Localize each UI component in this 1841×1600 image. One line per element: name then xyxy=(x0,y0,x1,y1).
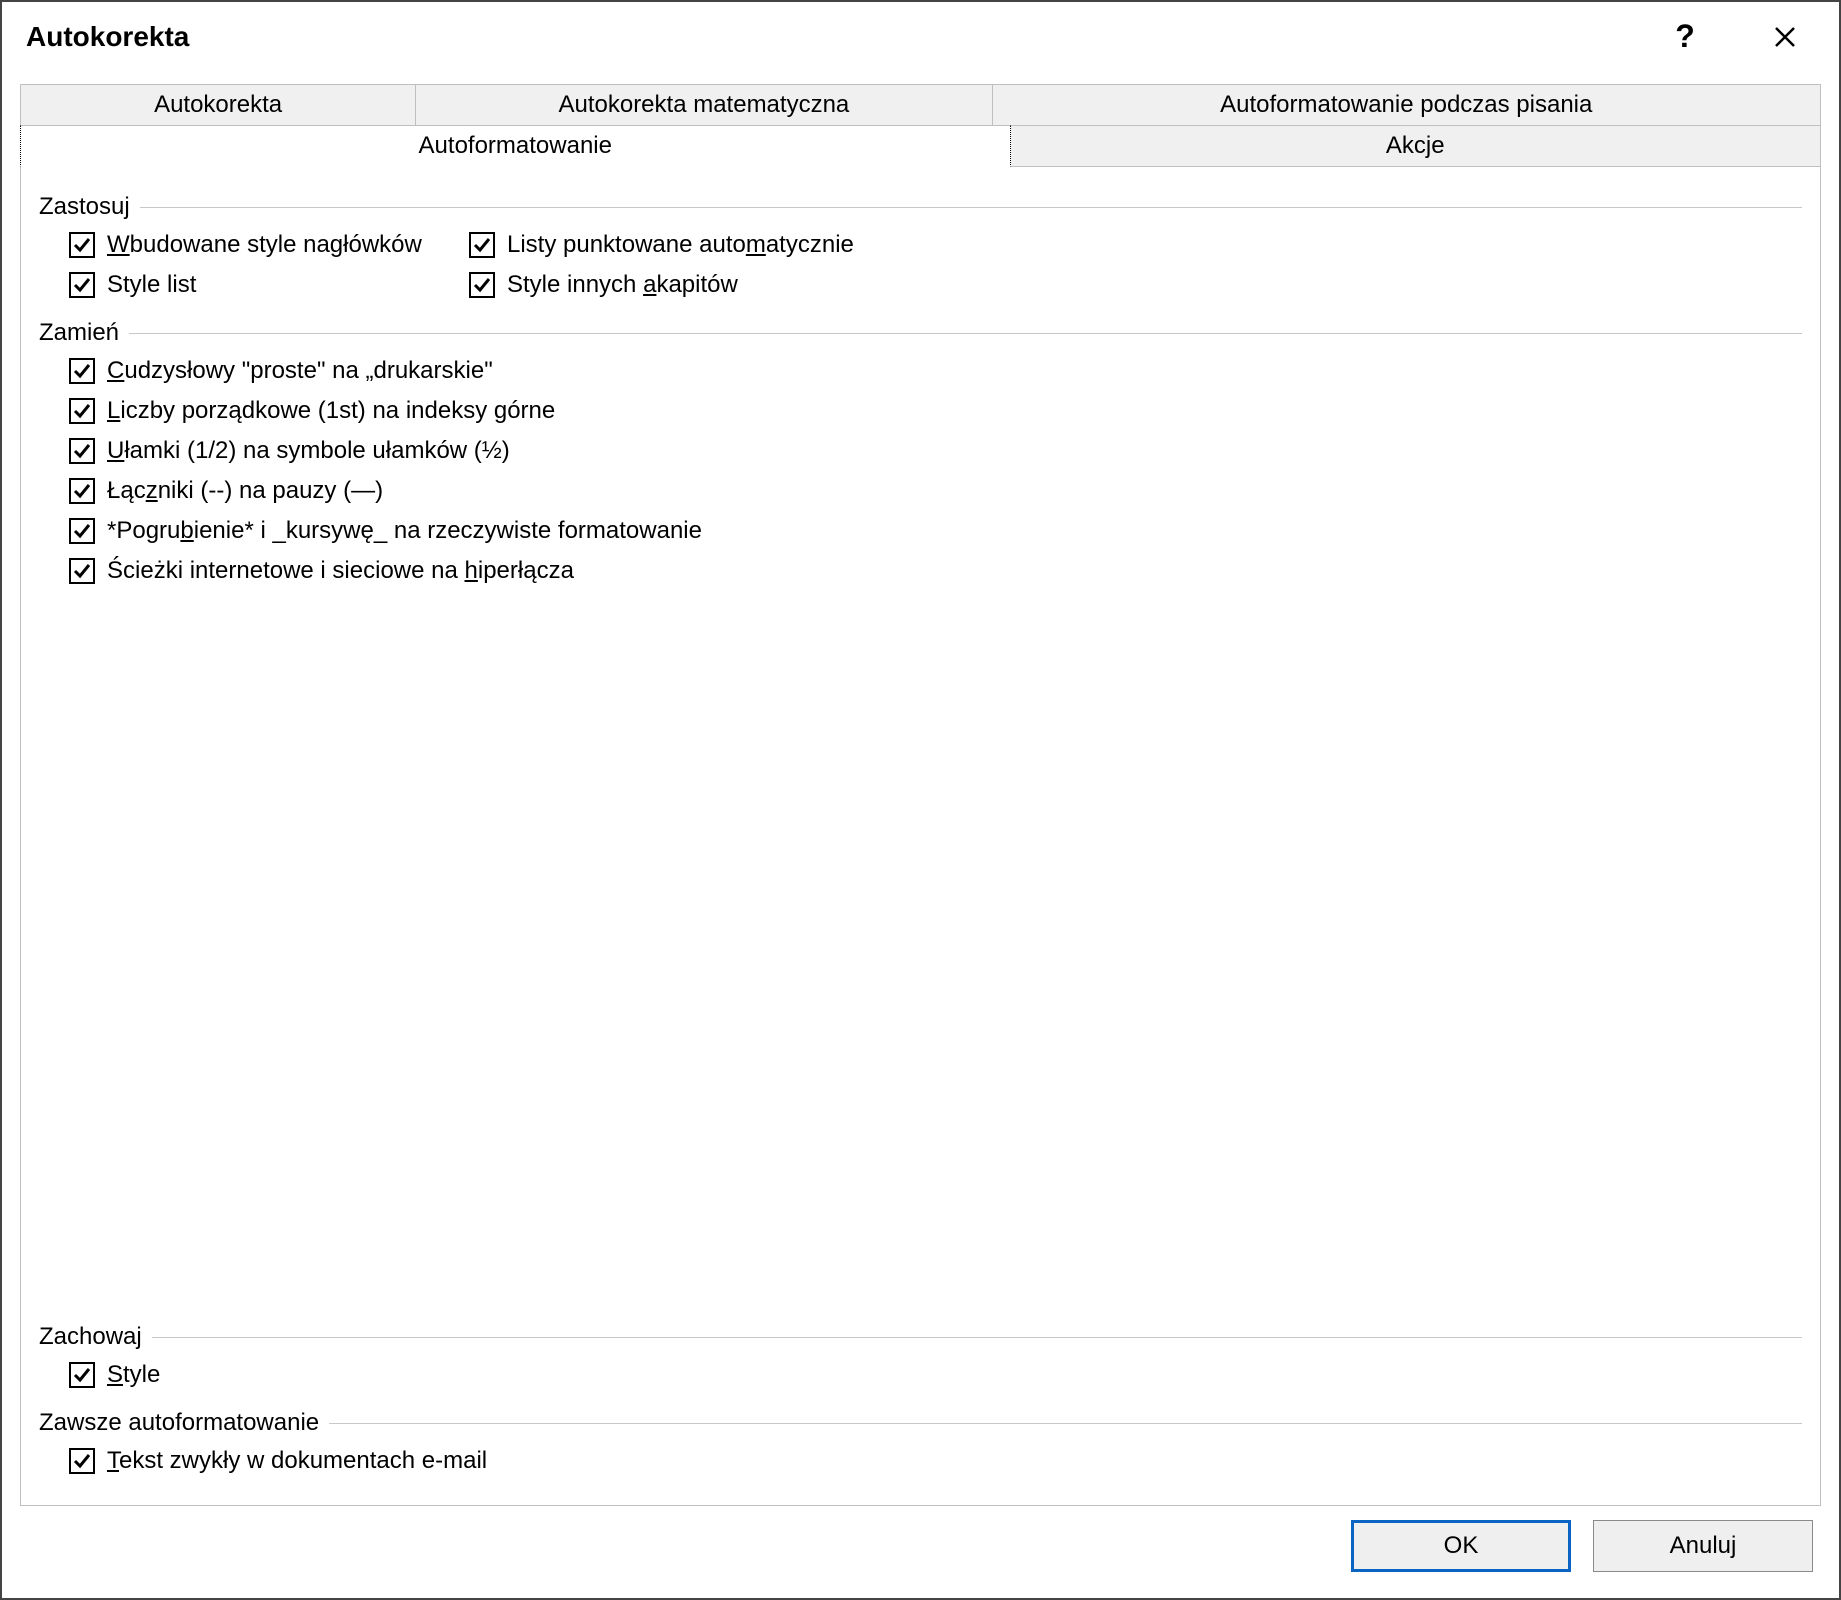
checkbox-icon xyxy=(69,232,95,258)
checkbox-item[interactable]: Cudzysłowy "proste" na „drukarskie" xyxy=(69,357,1802,385)
checkbox-grid: Wbudowane style nagłówków Listy punktowan… xyxy=(39,231,1802,299)
group-title: Zamień xyxy=(39,319,129,347)
checkbox-item[interactable]: Liczby porządkowe (1st) na indeksy górne xyxy=(69,397,1802,425)
tab-akcje[interactable]: Akcje xyxy=(1011,125,1821,167)
titlebar: Autokorekta ? xyxy=(2,2,1839,72)
dialog-buttons: OK Anuluj xyxy=(20,1506,1821,1586)
checkbox-icon xyxy=(469,232,495,258)
tab-label: Autokorekta xyxy=(154,91,282,118)
tab-autokorekta[interactable]: Autokorekta xyxy=(20,84,416,125)
group-header: Zamień xyxy=(39,319,1802,347)
checkbox-icon xyxy=(69,272,95,298)
group-rule xyxy=(329,1423,1802,1424)
checkbox-icon xyxy=(69,1448,95,1474)
close-icon[interactable] xyxy=(1755,7,1815,67)
checkbox-label: Cudzysłowy "proste" na „drukarskie" xyxy=(107,357,493,385)
checkbox-label: Ścieżki internetowe i sieciowe na hiperł… xyxy=(107,557,574,585)
group-rule xyxy=(152,1337,1802,1338)
group-zastosuj: Zastosuj Wbudowane style nagłówków Listy … xyxy=(39,185,1802,299)
group-zawsze-autoformatowanie: Zawsze autoformatowanie Tekst zwykły w d… xyxy=(39,1401,1802,1475)
checkbox-item[interactable]: *Pogrubienie* i _kursywę_ na rzeczywiste… xyxy=(69,517,1802,545)
checkbox-label: *Pogrubienie* i _kursywę_ na rzeczywiste… xyxy=(107,517,702,545)
checkbox-label: Tekst zwykły w dokumentach e-mail xyxy=(107,1447,487,1475)
tab-label: Autoformatowanie xyxy=(419,132,612,159)
group-title: Zachowaj xyxy=(39,1323,152,1351)
tab-label: Autoformatowanie podczas pisania xyxy=(1220,91,1592,118)
checkbox-item[interactable]: Style innych akapitów xyxy=(469,271,1802,299)
checkbox-label: Listy punktowane automatycznie xyxy=(507,231,854,259)
tab-label: Autokorekta matematyczna xyxy=(558,91,849,118)
help-icon[interactable]: ? xyxy=(1655,7,1715,67)
dialog-title: Autokorekta xyxy=(26,21,189,53)
group-rule xyxy=(129,333,1802,334)
tab-panel-autoformatowanie: Zastosuj Wbudowane style nagłówków Listy … xyxy=(20,167,1821,1506)
ok-button[interactable]: OK xyxy=(1351,1520,1571,1572)
group-zachowaj: Zachowaj Style xyxy=(39,1315,1802,1389)
checkbox-item[interactable]: Tekst zwykły w dokumentach e-mail xyxy=(69,1447,1802,1475)
checkbox-item[interactable]: Style list xyxy=(69,271,439,299)
checkbox-label: Style innych akapitów xyxy=(507,271,738,299)
checkbox-label: Style xyxy=(107,1361,160,1389)
button-label: Anuluj xyxy=(1670,1532,1737,1560)
group-header: Zastosuj xyxy=(39,193,1802,221)
button-label: OK xyxy=(1444,1532,1479,1560)
group-zamien: Zamień Cudzysłowy "proste" na „drukarski… xyxy=(39,311,1802,585)
checkbox-label: Style list xyxy=(107,271,196,299)
group-header: Zawsze autoformatowanie xyxy=(39,1409,1802,1437)
checkbox-label: Ułamki (1/2) na symbole ułamków (½) xyxy=(107,437,510,465)
tab-autoformatowanie[interactable]: Autoformatowanie xyxy=(20,125,1011,167)
checkbox-item[interactable]: Łączniki (--) na pauzy (—) xyxy=(69,477,1802,505)
dialog-window: Autokorekta ? Autokorekta Autokorekta ma… xyxy=(0,0,1841,1600)
checkbox-list: Style xyxy=(39,1361,1802,1389)
group-title: Zastosuj xyxy=(39,193,140,221)
checkbox-icon xyxy=(69,438,95,464)
group-title: Zawsze autoformatowanie xyxy=(39,1409,329,1437)
checkbox-list: Tekst zwykły w dokumentach e-mail xyxy=(39,1447,1802,1475)
checkbox-icon xyxy=(69,358,95,384)
checkbox-item[interactable]: Style xyxy=(69,1361,1802,1389)
group-rule xyxy=(140,207,1802,208)
checkbox-icon xyxy=(69,398,95,424)
dialog-body: Autokorekta Autokorekta matematyczna Aut… xyxy=(2,72,1839,1598)
checkbox-label: Wbudowane style nagłówków xyxy=(107,231,422,259)
checkbox-list: Cudzysłowy "proste" na „drukarskie" Liczb… xyxy=(39,357,1802,585)
checkbox-item[interactable]: Wbudowane style nagłówków xyxy=(69,231,439,259)
checkbox-item[interactable]: Ścieżki internetowe i sieciowe na hiperł… xyxy=(69,557,1802,585)
checkbox-item[interactable]: Listy punktowane automatycznie xyxy=(469,231,1802,259)
checkbox-icon xyxy=(69,1362,95,1388)
tab-autokorekta-matematyczna[interactable]: Autokorekta matematyczna xyxy=(416,84,992,125)
tab-row-bottom: Autoformatowanie Akcje xyxy=(20,125,1821,167)
tab-autoformatowanie-podczas-pisania[interactable]: Autoformatowanie podczas pisania xyxy=(993,84,1821,125)
checkbox-label: Łączniki (--) na pauzy (—) xyxy=(107,477,383,505)
checkbox-icon xyxy=(69,518,95,544)
checkbox-icon xyxy=(69,558,95,584)
checkbox-item[interactable]: Ułamki (1/2) na symbole ułamków (½) xyxy=(69,437,1802,465)
tab-label: Akcje xyxy=(1386,132,1445,159)
group-header: Zachowaj xyxy=(39,1323,1802,1351)
cancel-button[interactable]: Anuluj xyxy=(1593,1520,1813,1572)
checkbox-icon xyxy=(69,478,95,504)
checkbox-label: Liczby porządkowe (1st) na indeksy górne xyxy=(107,397,555,425)
tab-row-top: Autokorekta Autokorekta matematyczna Aut… xyxy=(20,84,1821,125)
checkbox-icon xyxy=(469,272,495,298)
